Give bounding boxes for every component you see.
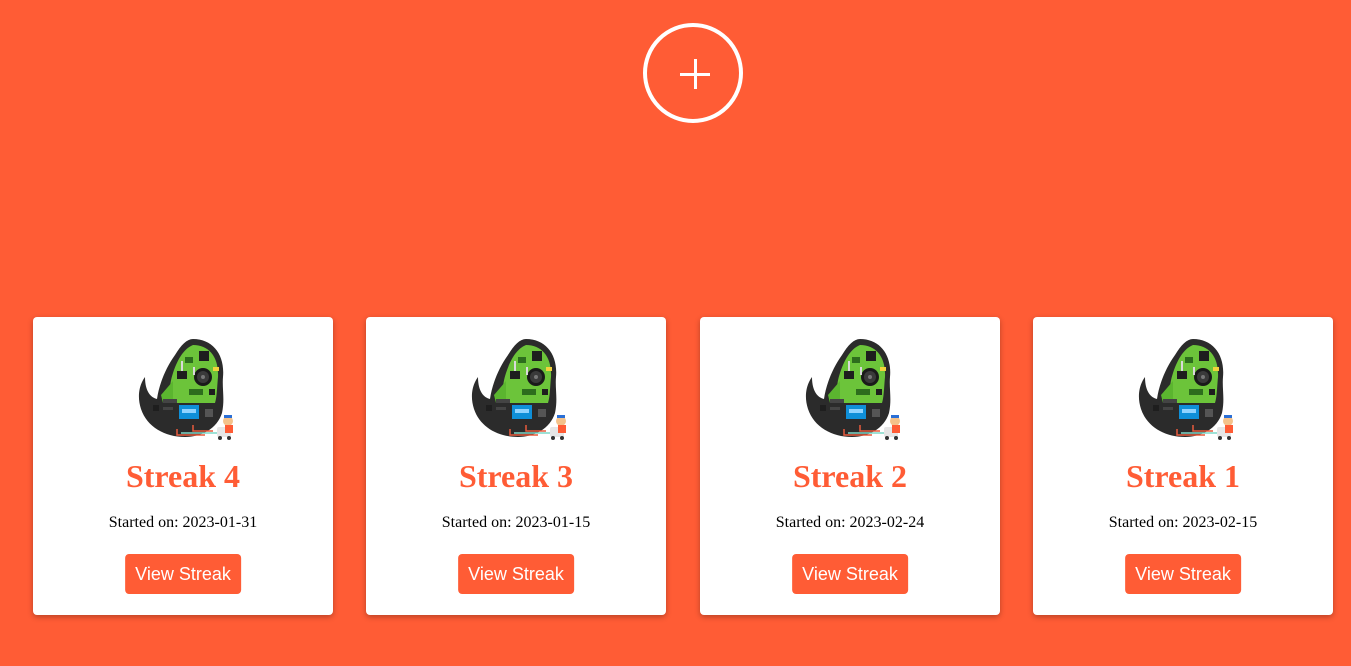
streak-start-date: Started on: 2023-02-15 [1033,513,1333,533]
plus-icon-vertical [693,59,697,89]
view-streak-button[interactable]: View Streak [792,554,908,594]
start-date-value: 2023-02-24 [849,514,925,531]
streak-title: Streak 4 [125,458,241,494]
streak-card: Streak 2 Started on: 2023-02-24 View Stre… [700,317,1000,615]
hackathon-logo-icon [800,337,912,441]
started-on-label: Started on: [775,514,846,531]
view-streak-button[interactable]: View Streak [125,554,241,594]
streak-title: Streak 3 [458,458,574,494]
start-date-value: 2023-01-15 [515,514,591,531]
streak-title: Streak 2 [792,458,908,494]
streak-card-list: Streak 4 Started on: 2023-01-31 View Stre… [33,317,1333,615]
streak-start-date: Started on: 2023-01-15 [366,513,666,533]
streak-start-date: Started on: 2023-02-24 [700,513,1000,533]
started-on-label: Started on: [108,514,179,531]
streak-card: Streak 3 Started on: 2023-01-15 View Stre… [366,317,666,615]
streak-title: Streak 1 [1125,458,1241,494]
hackathon-logo-icon [466,337,578,441]
hackathon-logo-icon [133,337,245,441]
view-streak-button[interactable]: View Streak [1125,554,1241,594]
add-streak-button[interactable] [643,23,743,123]
hackathon-logo-icon [1133,337,1245,441]
streak-card: Streak 1 Started on: 2023-02-15 View Stre… [1033,317,1333,615]
streak-card: Streak 4 Started on: 2023-01-31 View Stre… [33,317,333,615]
start-date-value: 2023-01-31 [182,514,258,531]
streak-start-date: Started on: 2023-01-31 [33,513,333,533]
started-on-label: Started on: [441,514,512,531]
start-date-value: 2023-02-15 [1182,514,1258,531]
started-on-label: Started on: [1108,514,1179,531]
view-streak-button[interactable]: View Streak [458,554,574,594]
